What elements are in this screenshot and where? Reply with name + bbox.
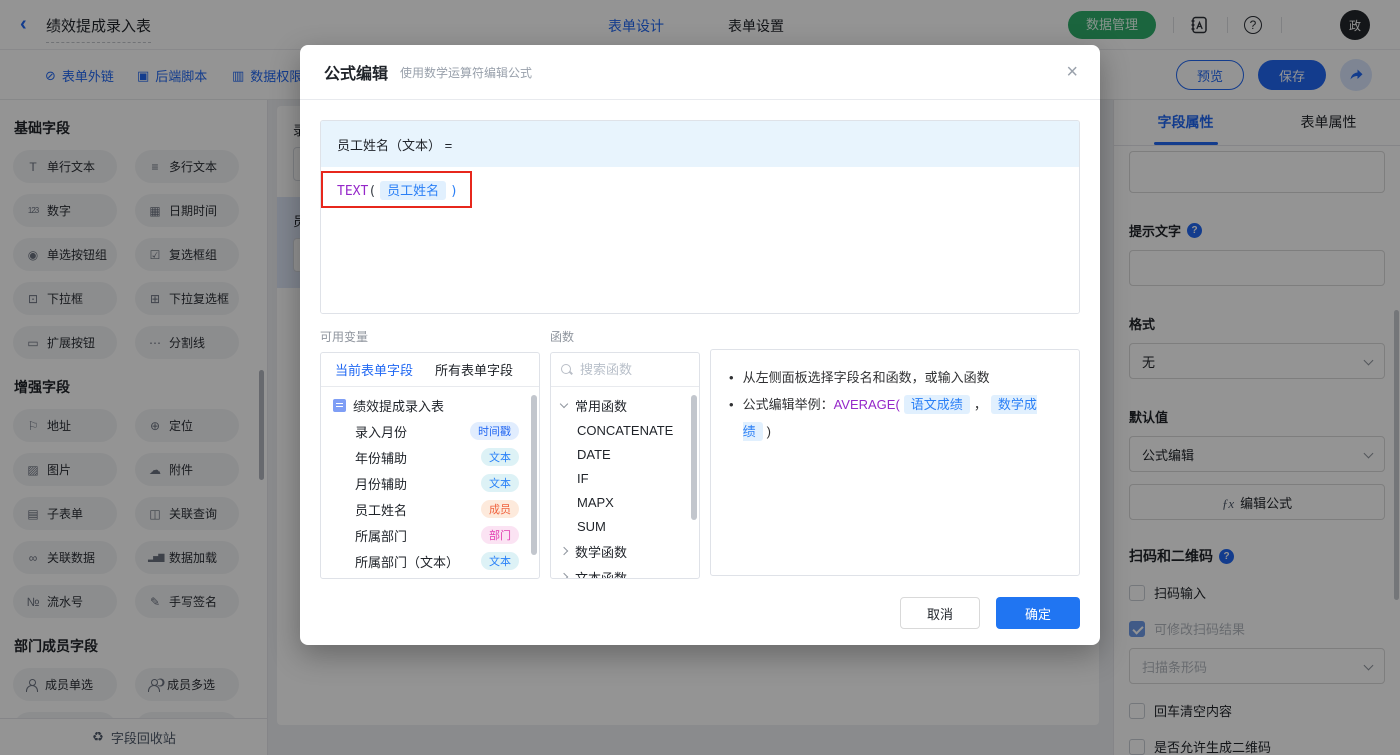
functions-tree: 常用函数 CONCATENATE DATE IF MAPX SUM 数学函数 [551,387,699,579]
form-doc-icon [333,399,346,412]
group-math-functions[interactable]: 数学函数 [551,538,699,564]
function-keyword: TEXT [337,184,368,199]
example-field-chip: 语文成绩 [904,395,970,414]
help-label-spacer [710,328,1080,342]
formula-edit-modal: 公式编辑 使用数学运算符编辑公式 × 员工姓名（文本） = TEXT(员工姓名)… [300,45,1100,645]
variables-tree: 绩效提成录入表 录入月份 时间戳 年份辅助 文本 月份辅助 文本 [321,387,539,574]
functions-panel: 常用函数 CONCATENATE DATE IF MAPX SUM 数学函数 [550,352,700,579]
type-badge: 时间戳 [470,422,519,440]
variable-row[interactable]: 月份辅助 文本 [321,470,539,496]
function-item[interactable]: IF [551,466,699,490]
form-designer-app: ‹ 绩效提成录入表 表单设计 表单设置 数据管理 ? 政 ⊘ 表单外链 ▣ 后端… [0,0,1400,755]
variable-row[interactable]: 录入月份 时间戳 [321,418,539,444]
variables-column: 可用变量 当前表单字段 所有表单字段 绩效提成录入表 录入月份 时间戳 [320,328,540,579]
variable-row[interactable]: 年份辅助 文本 [321,444,539,470]
function-item[interactable]: MAPX [551,490,699,514]
search-icon [561,364,572,375]
function-item[interactable]: SUM [551,514,699,538]
confirm-button[interactable]: 确定 [996,597,1080,629]
functions-label: 函数 [550,328,700,345]
type-badge: 部门 [481,526,519,544]
close-icon[interactable]: × [1066,61,1078,83]
variable-row[interactable]: 员工姓名 成员 [321,496,539,522]
cancel-button[interactable]: 取消 [900,597,980,629]
modal-subtitle: 使用数学运算符编辑公式 [400,64,532,81]
help-line-2: • 公式编辑举例：AVERAGE(语文成绩，数学成绩) [729,391,1061,445]
tree-root-form[interactable]: 绩效提成录入表 [321,392,539,418]
formula-editor: 员工姓名（文本） = TEXT(员工姓名) [320,120,1080,314]
formula-target: 员工姓名（文本） = [321,121,1079,167]
average-keyword: AVERAGE( [834,397,900,412]
function-search [551,353,699,387]
type-badge: 文本 [481,552,519,570]
tab-current-form-fields[interactable]: 当前表单字段 [335,360,413,379]
variable-row[interactable]: 所属部门（文本） 文本 [321,548,539,574]
modal-title: 公式编辑 [324,60,388,84]
formula-expression[interactable]: TEXT(员工姓名) [321,167,1079,212]
help-line-1: • 从左侧面板选择字段名和函数，或输入函数 [729,364,1061,391]
variables-tabs: 当前表单字段 所有表单字段 [321,353,539,387]
type-badge: 文本 [481,474,519,492]
functions-scrollbar[interactable] [691,395,697,520]
variables-panel: 当前表单字段 所有表单字段 绩效提成录入表 录入月份 时间戳 [320,352,540,579]
function-search-input[interactable] [580,362,689,377]
variables-scrollbar[interactable] [531,395,537,555]
help-column: • 从左侧面板选择字段名和函数，或输入函数 • 公式编辑举例：AVERAGE(语… [710,328,1080,579]
chevron-right-icon [560,547,568,555]
group-text-functions[interactable]: 文本函数 [551,564,699,579]
chevron-right-icon [560,573,568,579]
formula-input-area[interactable]: TEXT(员工姓名) [321,167,1079,313]
variables-label: 可用变量 [320,328,540,345]
modal-columns: 可用变量 当前表单字段 所有表单字段 绩效提成录入表 录入月份 时间戳 [320,328,1080,579]
field-chip[interactable]: 员工姓名 [380,181,446,200]
function-item[interactable]: CONCATENATE [551,418,699,442]
variable-row[interactable]: 所属部门 部门 [321,522,539,548]
type-badge: 文本 [481,448,519,466]
group-common-functions[interactable]: 常用函数 [551,392,699,418]
modal-footer: 取消 确定 [900,597,1080,629]
tab-all-form-fields[interactable]: 所有表单字段 [435,360,513,379]
modal-header: 公式编辑 使用数学运算符编辑公式 × [300,45,1100,100]
functions-column: 函数 常用函数 CONCATENATE DATE IF M [550,328,700,579]
type-badge: 成员 [481,500,519,518]
help-panel: • 从左侧面板选择字段名和函数，或输入函数 • 公式编辑举例：AVERAGE(语… [710,349,1080,576]
chevron-down-icon [560,399,568,407]
function-item[interactable]: DATE [551,442,699,466]
